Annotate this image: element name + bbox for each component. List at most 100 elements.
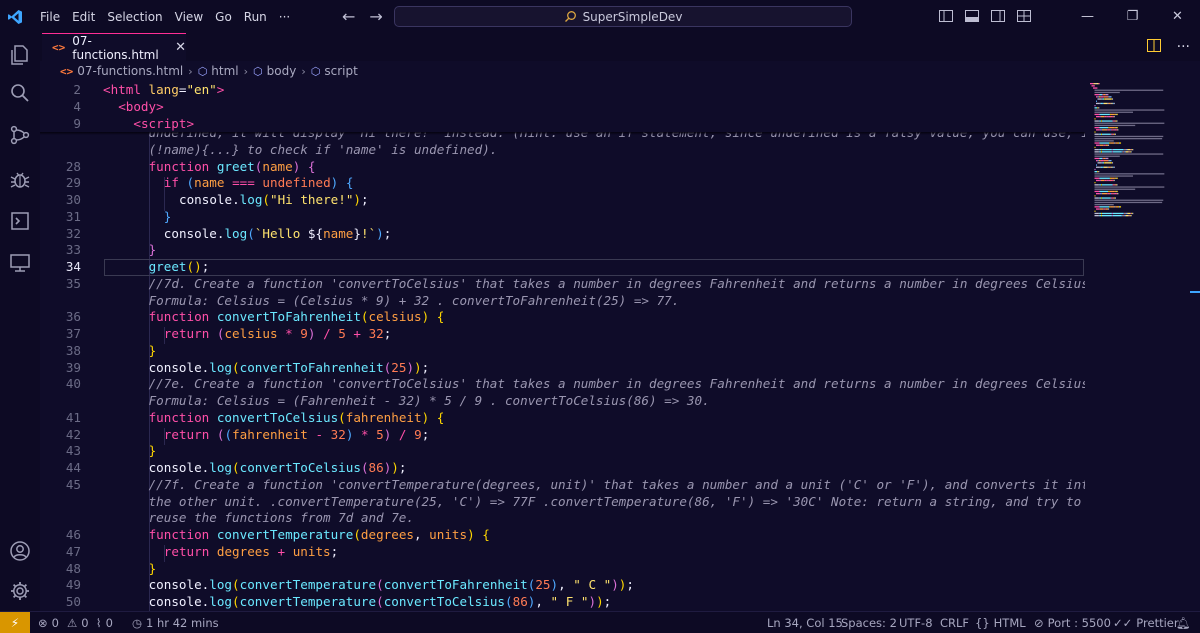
minimap-stroke (1111, 166, 1113, 168)
split-editor-icon[interactable] (1146, 38, 1161, 56)
restore-icon[interactable]: ❐ (1110, 9, 1155, 24)
live-server-port[interactable]: ⊘ Port : 5500 (1034, 612, 1111, 633)
menu-item[interactable]: ··· (273, 10, 296, 24)
customize-layout-icon[interactable] (1017, 7, 1031, 26)
notifications-bell-icon[interactable]: 🔔︎ (1176, 612, 1191, 633)
code-text: function convertToFahrenheit(celsius) { (149, 308, 445, 325)
code-line[interactable]: Formula: Celsius = (Fahrenheit - 32) * 5… (40, 392, 1085, 409)
code-line[interactable]: 50 console.log(convertTemperature(convert… (40, 593, 1085, 610)
minimap-stroke (1099, 206, 1110, 208)
minimap[interactable] (1088, 81, 1200, 611)
breadcrumb-item-script[interactable]: script (324, 64, 357, 78)
breadcrumb-item-html[interactable]: html (211, 64, 238, 78)
code-line[interactable]: 40 //7e. Create a function 'convertToCels… (40, 375, 1085, 392)
code-line[interactable]: 33} (40, 241, 1085, 258)
end-of-line[interactable]: CRLF (940, 612, 969, 633)
breadcrumb-item-body[interactable]: body (267, 64, 297, 78)
navigation-arrows: ← → (342, 0, 383, 33)
minimap-stroke (1105, 157, 1107, 160)
run-debug-icon[interactable] (0, 159, 40, 199)
sticky-scroll-line[interactable]: 4 <body> (40, 98, 1085, 115)
minimap-stroke (1093, 87, 1098, 89)
code-line[interactable]: 39 console.log(convertToFahrenheit(25)); (40, 359, 1085, 376)
code-line[interactable]: 41 function convertToCelsius(fahrenheit) … (40, 409, 1085, 426)
minimap-stroke (1097, 171, 1099, 173)
code-line[interactable]: the other unit. .convertTemperature(25, … (40, 493, 1085, 510)
indentation[interactable]: Spaces: 2 (841, 612, 897, 633)
code-text: return ((fahrenheit - 32) * 5) / 9; (164, 426, 429, 443)
code-line[interactable]: 44 console.log(convertToCelsius(86)); (40, 459, 1085, 476)
code-line[interactable]: 34 greet(); (40, 258, 1085, 275)
toggle-sidebar-icon[interactable] (939, 7, 953, 26)
code-line[interactable]: reuse the functions from 7d and 7e. (40, 509, 1085, 526)
code-line[interactable]: 29 if (name === undefined) { (40, 174, 1085, 191)
code-line[interactable]: 37 return (celsius * 9) / 5 + 32; (40, 325, 1085, 342)
cursor-position[interactable]: Ln 34, Col 15 (767, 612, 843, 633)
menu-item[interactable]: Selection (101, 10, 168, 24)
toggle-panel-icon[interactable] (965, 7, 979, 26)
code-line[interactable]: 30 console.log("Hi there!"); (40, 191, 1085, 208)
more-actions-icon[interactable]: ··· (1177, 39, 1190, 55)
code-token: "Hi there!" (270, 192, 354, 207)
sticky-scroll-line[interactable]: 9 <script> (40, 115, 1085, 132)
code-text: Formula: Celsius = (Celsius * 9) + 32 . … (149, 292, 680, 309)
breadcrumb-file[interactable]: 07-functions.html (77, 64, 183, 78)
minimap-stroke (1098, 184, 1100, 186)
minimap-stroke (1099, 120, 1101, 122)
time-tracker[interactable]: ◷ 1 hr 42 mins (132, 612, 219, 633)
close-tab-icon[interactable]: ✕ (175, 40, 186, 55)
code-line[interactable]: 36 function convertToFahrenheit(celsius) … (40, 308, 1085, 325)
code-line[interactable]: 32 console.log(`Hello ${name}!`); (40, 225, 1085, 242)
code-token: ) (550, 577, 559, 593)
settings-gear-icon[interactable] (0, 571, 40, 611)
code-line[interactable]: 47 return degrees + units; (40, 543, 1085, 560)
minimap-stroke (1106, 94, 1108, 96)
close-window-icon[interactable]: ✕ (1155, 9, 1200, 24)
code-line[interactable]: (!name){...} to check if 'name' is undef… (40, 141, 1085, 158)
code-line[interactable]: 46 function convertTemperature(degrees, u… (40, 526, 1085, 543)
remote-explorer-icon[interactable] (0, 201, 40, 241)
minimap-stroke (1102, 212, 1112, 215)
code-line[interactable]: 42 return ((fahrenheit - 32) * 5) / 9; (40, 426, 1085, 443)
minimize-icon[interactable]: — (1065, 9, 1110, 24)
editor-scrollbar[interactable] (1186, 81, 1200, 611)
toggle-secondary-sidebar-icon[interactable] (991, 7, 1005, 26)
title-bar: File Edit Selection View Go Run ··· ← → SuperS… (0, 0, 1200, 33)
prettier-status[interactable]: ✓✓ Prettier (1113, 612, 1179, 633)
source-control-icon[interactable] (0, 115, 40, 155)
account-icon[interactable] (0, 531, 40, 571)
minimap-stroke (1113, 166, 1115, 168)
minimap-stroke (1113, 133, 1115, 135)
menu-item[interactable]: Edit (66, 10, 101, 24)
menu-item[interactable]: Go (209, 10, 238, 24)
code-line[interactable]: 43} (40, 442, 1085, 459)
command-center-search[interactable]: SuperSimpleDev (394, 6, 852, 27)
code-line[interactable]: 35 //7d. Create a function 'convertToCels… (40, 275, 1085, 292)
code-editor[interactable]: undefined, it will display 'Hi there!' i… (40, 81, 1085, 611)
menu-item[interactable]: Run (238, 10, 273, 24)
code-line[interactable]: 28 function greet(name) { (40, 158, 1085, 175)
problems-indicator[interactable]: ⊗ 0 ⚠ 0 (38, 612, 89, 633)
language-mode[interactable]: {} HTML (975, 612, 1026, 633)
search-sidebar-icon[interactable] (0, 73, 40, 113)
code-line[interactable]: Formula: Celsius = (Celsius * 9) + 32 . … (40, 292, 1085, 309)
extensions-monitor-icon[interactable] (0, 243, 40, 283)
code-line[interactable]: 49 console.log(convertTemperature(convert… (40, 576, 1085, 593)
encoding[interactable]: UTF-8 (899, 612, 933, 633)
ports-indicator[interactable]: ⌇ 0 (96, 612, 113, 633)
menu-item[interactable]: File (34, 10, 66, 24)
tab-07-functions[interactable]: <> 07-functions.html ✕ (42, 33, 186, 62)
minimap-stroke (1105, 162, 1112, 164)
code-token: ; (421, 426, 430, 442)
code-token: function (148, 527, 217, 542)
remote-indicator-icon[interactable]: ⚡ (0, 612, 30, 633)
code-line[interactable]: 38} (40, 342, 1085, 359)
code-line[interactable]: 45 //7f. Create a function 'convertTemper… (40, 476, 1085, 493)
forward-arrow-icon[interactable]: → (369, 7, 382, 26)
back-arrow-icon[interactable]: ← (342, 7, 355, 26)
code-line[interactable]: 48} (40, 560, 1085, 577)
sticky-scroll-line[interactable]: 2 <html lang="en"> (40, 81, 1085, 98)
code-line[interactable]: 31} (40, 208, 1085, 225)
menu-item[interactable]: View (169, 10, 209, 24)
explorer-icon[interactable] (0, 35, 40, 75)
